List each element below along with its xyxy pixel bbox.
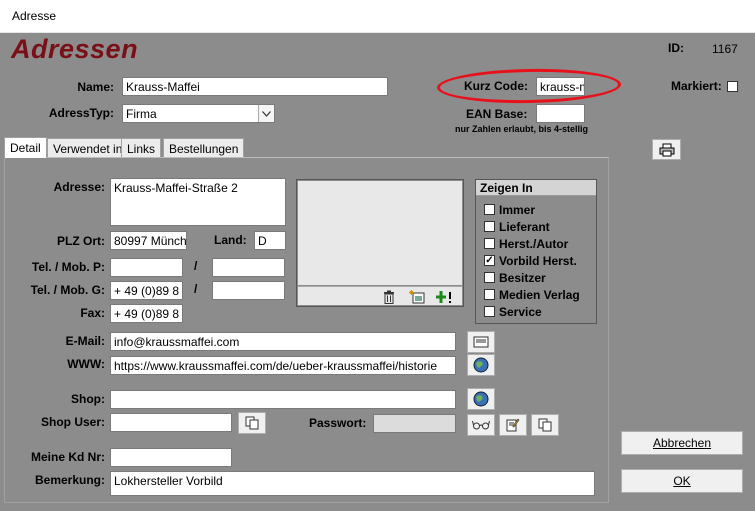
bemerkung-field[interactable]: Lokhersteller Vorbild	[110, 471, 595, 496]
shop-label: Shop:	[71, 392, 105, 406]
name-label: Name:	[77, 80, 114, 94]
mob-privat-field[interactable]	[212, 258, 285, 277]
copy-password-button[interactable]	[531, 414, 559, 436]
checkbox[interactable]	[484, 204, 495, 215]
shopuser-label: Shop User:	[40, 415, 105, 429]
www-field[interactable]: https://www.kraussmaffei.com/de/ueber-kr…	[110, 356, 456, 375]
land-label: Land:	[214, 233, 247, 247]
checkbox[interactable]	[484, 289, 495, 300]
shopuser-field[interactable]	[110, 413, 232, 432]
adresstyp-select[interactable]: Firma	[122, 104, 275, 123]
window-titlebar: Adresse	[0, 0, 755, 33]
open-shop-button[interactable]	[467, 388, 495, 410]
tel-geschaeft-label: Tel. / Mob. G:	[30, 283, 105, 297]
adresse-field[interactable]: Krauss-Maffei-Straße 2	[110, 178, 286, 226]
fax-label: Fax:	[80, 306, 105, 320]
email-field[interactable]: info@kraussmaffei.com	[110, 332, 456, 351]
land-field[interactable]: D	[254, 231, 286, 250]
zeigen-in-group: Zeigen In Immer Lieferant Herst./Autor ✓…	[475, 179, 597, 324]
adresstyp-label: AdressTyp:	[48, 106, 114, 120]
markiert-label: Markiert:	[671, 79, 722, 93]
tab-verwendet-in[interactable]: Verwendet in	[47, 138, 129, 158]
ean-label: EAN Base:	[466, 107, 528, 121]
www-label: WWW:	[67, 357, 105, 371]
chevron-down-icon[interactable]	[258, 105, 274, 122]
checkbox-checked[interactable]: ✓	[484, 255, 495, 266]
tel-privat-label: Tel. / Mob. P:	[31, 260, 105, 274]
plz-ort-field[interactable]: 80997 Münch	[110, 231, 187, 250]
ean-hint: nur Zahlen erlaubt, bis 4-stellig	[455, 124, 589, 134]
abbrechen-label: Abbrechen	[652, 436, 712, 450]
id-value: 1167	[712, 42, 738, 56]
add-image-button[interactable]	[432, 288, 457, 305]
kdnr-field[interactable]	[110, 448, 232, 467]
new-image-button[interactable]	[404, 288, 429, 305]
adresstyp-value: Firma	[126, 107, 157, 121]
tel-privat-field[interactable]	[110, 258, 183, 277]
tel-geschaeft-slash: /	[194, 282, 198, 296]
edit-password-button[interactable]	[499, 414, 527, 436]
bemerkung-label: Bemerkung:	[34, 473, 105, 487]
passwort-field[interactable]	[373, 414, 456, 433]
send-email-button[interactable]	[467, 331, 495, 353]
envelope-icon	[473, 336, 489, 348]
open-www-button[interactable]	[467, 354, 495, 376]
plz-label: PLZ Ort:	[57, 234, 105, 248]
name-field[interactable]: Krauss-Maffei	[122, 77, 388, 96]
tab-bestellungen[interactable]: Bestellungen	[163, 138, 245, 158]
ean-field[interactable]	[536, 104, 585, 123]
shop-field[interactable]	[110, 390, 456, 409]
printer-icon	[659, 143, 674, 156]
delete-image-button[interactable]	[376, 288, 401, 305]
image-box	[296, 179, 464, 307]
image-preview[interactable]	[298, 181, 462, 285]
tab-links[interactable]: Links	[121, 138, 162, 158]
fax-field[interactable]: + 49 (0)89 8	[110, 304, 183, 323]
abbrechen-button[interactable]: Abbrechen	[621, 431, 743, 455]
email-label: E-Mail:	[65, 334, 105, 348]
globe-icon	[473, 391, 489, 407]
new-image-icon	[408, 289, 424, 303]
markiert-checkbox[interactable]	[727, 81, 738, 92]
copy-icon	[538, 418, 552, 432]
checkbox[interactable]	[484, 306, 495, 317]
tab-detail[interactable]: Detail	[4, 137, 47, 158]
zeigen-in-title: Zeigen In	[476, 180, 596, 196]
image-toolbar	[298, 286, 462, 305]
tel-privat-slash: /	[194, 259, 198, 273]
globe-icon	[473, 357, 489, 373]
trash-icon	[383, 290, 394, 304]
page-title: Adressen	[11, 34, 139, 64]
tel-geschaeft-field[interactable]: + 49 (0)89 8	[110, 281, 183, 300]
copy-shopuser-button[interactable]	[238, 412, 266, 434]
edit-icon	[506, 418, 520, 432]
ok-button[interactable]: OK	[621, 469, 743, 493]
mob-geschaeft-field[interactable]	[212, 281, 285, 300]
passwort-label: Passwort:	[309, 416, 367, 430]
kdnr-label: Meine Kd Nr:	[30, 450, 105, 464]
ok-label: OK	[673, 474, 691, 488]
copy-icon	[245, 416, 259, 430]
checkbox[interactable]	[484, 221, 495, 232]
glasses-icon	[472, 420, 490, 430]
checkbox[interactable]	[484, 272, 495, 283]
checkbox[interactable]	[484, 238, 495, 249]
id-label: ID:	[668, 41, 684, 55]
print-button[interactable]	[652, 139, 681, 160]
show-password-button[interactable]	[467, 414, 495, 436]
adresse-label: Adresse:	[53, 180, 105, 194]
plus-icon	[435, 290, 451, 303]
window-title: Adresse	[12, 9, 57, 23]
